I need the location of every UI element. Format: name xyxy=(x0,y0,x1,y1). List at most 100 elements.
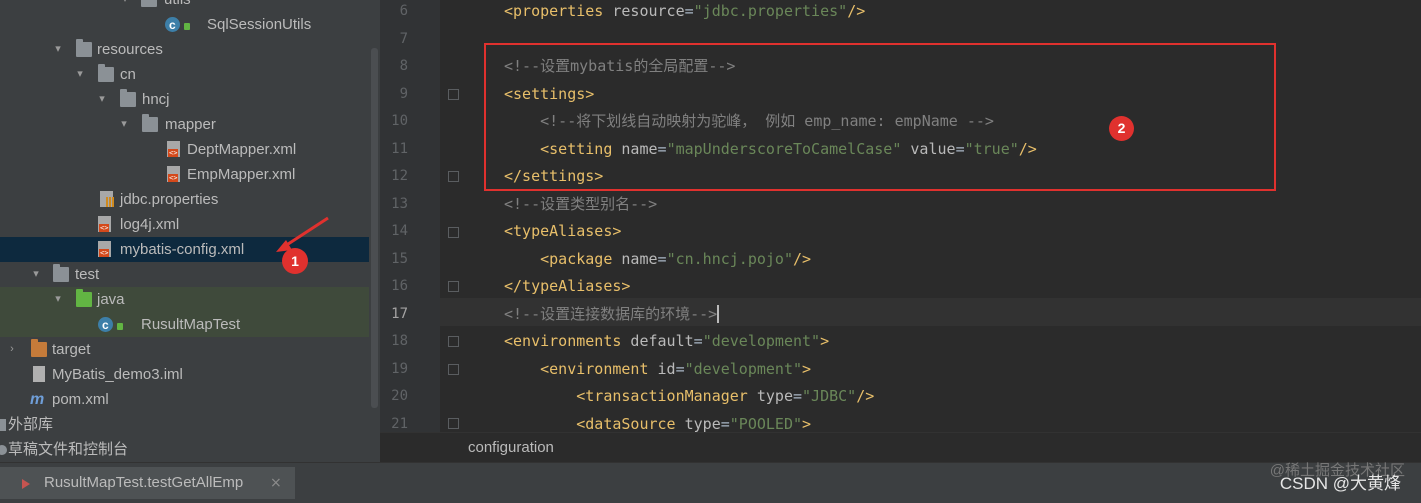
chevron-down-icon[interactable]: ▾ xyxy=(118,112,130,137)
fold-marker[interactable] xyxy=(448,171,459,182)
folder-icon xyxy=(141,0,157,7)
run-config-icon xyxy=(22,479,30,489)
callout-badge-2: 2 xyxy=(1109,116,1134,141)
tree-item-target[interactable]: › target xyxy=(0,337,369,362)
lock-icon xyxy=(184,23,190,30)
fold-marker[interactable] xyxy=(448,418,459,429)
line-number: 18 xyxy=(391,333,408,349)
properties-file-icon xyxy=(100,191,114,207)
code-token: "JDBC" xyxy=(802,387,857,405)
callout-badge-1: 1 xyxy=(282,248,308,274)
library-icon xyxy=(0,419,6,431)
chevron-down-icon[interactable]: ▾ xyxy=(52,287,64,312)
chevron-down-icon[interactable]: ▾ xyxy=(96,87,108,112)
code-token: <environment xyxy=(504,359,649,378)
code-token: = xyxy=(793,387,803,405)
line-number: 20 xyxy=(391,388,408,404)
code-token: "jdbc.properties" xyxy=(693,2,848,20)
line-number: 7 xyxy=(399,30,408,47)
line-number: 15 xyxy=(391,250,408,267)
code-token: <!--设置连接数据库的环境--> xyxy=(504,304,718,323)
fold-marker[interactable] xyxy=(448,336,459,347)
code-token: <!--设置类型别名--> xyxy=(504,194,658,213)
run-toolbar: RusultMapTest.testGetAllEmp × @稀土掘金技术社区 … xyxy=(0,462,1421,503)
code-line[interactable]: </typeAliases> xyxy=(504,273,630,301)
code-token: type xyxy=(747,387,793,405)
code-token: name xyxy=(612,249,658,268)
code-token: <environments xyxy=(504,332,622,350)
xml-file-icon xyxy=(167,141,180,157)
code-token: <package xyxy=(504,249,613,268)
code-line[interactable]: <environment id="development"> xyxy=(504,356,811,384)
code-line[interactable]: <!--设置连接数据库的环境--> xyxy=(504,301,720,329)
code-line[interactable]: <package name="cn.hncj.pojo"/> xyxy=(504,246,811,274)
code-token: /> xyxy=(847,2,866,20)
excluded-folder-icon xyxy=(31,339,47,357)
breadcrumb[interactable]: configuration xyxy=(380,432,1421,463)
line-number: 16 xyxy=(391,278,408,294)
code-token: /> xyxy=(856,387,875,405)
tree-item-hncj[interactable]: ▾ hncj xyxy=(0,87,369,112)
code-token: = xyxy=(693,332,703,350)
tree-item-java[interactable]: ▾ java xyxy=(0,287,369,312)
code-token: "cn.hncj.pojo" xyxy=(666,249,793,268)
chevron-down-icon[interactable]: ▾ xyxy=(30,262,42,287)
close-icon[interactable]: × xyxy=(270,467,282,499)
fold-marker[interactable] xyxy=(448,89,459,100)
code-line[interactable]: <transactionManager type="JDBC"/> xyxy=(504,383,874,411)
tree-item-test[interactable]: ▾ test xyxy=(0,262,369,287)
tree-item-cn[interactable]: ▾ cn xyxy=(0,62,369,87)
code-token: <typeAliases> xyxy=(504,222,622,240)
tree-item-utils[interactable]: ▾ utils xyxy=(0,0,369,12)
line-number: 10 xyxy=(391,113,408,129)
tree-item-scratches[interactable]: 草稿文件和控制台 xyxy=(0,437,369,462)
tree-item-rusultmaptest[interactable]: RusultMapTest xyxy=(0,312,369,338)
tree-item-external-libraries[interactable]: 外部库 xyxy=(0,412,369,437)
java-class-icon xyxy=(98,313,113,338)
code-token: = xyxy=(657,249,667,268)
folder-icon xyxy=(98,64,114,82)
fold-marker[interactable] xyxy=(448,227,459,238)
chevron-down-icon[interactable]: ▾ xyxy=(52,37,64,62)
tree-item-mapper[interactable]: ▾ mapper xyxy=(0,112,369,137)
tree-item-pom-xml[interactable]: m pom.xml xyxy=(0,387,369,412)
run-tab[interactable]: RusultMapTest.testGetAllEmp × xyxy=(0,467,295,499)
tree-item-empmapper-xml[interactable]: EmpMapper.xml xyxy=(0,162,369,187)
line-number: 11 xyxy=(391,140,408,157)
chevron-right-icon[interactable]: › xyxy=(6,337,18,362)
chevron-down-icon[interactable]: ▾ xyxy=(74,62,86,87)
code-token: <properties xyxy=(504,2,604,20)
code-token: <transactionManager xyxy=(504,387,748,405)
fold-marker[interactable] xyxy=(448,364,459,375)
code-token: resource xyxy=(603,2,685,20)
code-token: > xyxy=(802,414,812,433)
scratch-icon xyxy=(0,445,7,455)
code-line[interactable]: <!--设置类型别名--> xyxy=(504,191,657,219)
run-tab-label: RusultMapTest.testGetAllEmp xyxy=(44,474,244,491)
line-number: 6 xyxy=(399,3,408,19)
fold-marker[interactable] xyxy=(448,281,459,292)
line-number: 19 xyxy=(391,360,408,377)
line-number: 9 xyxy=(399,85,408,102)
folder-icon xyxy=(142,114,158,132)
code-token: </typeAliases> xyxy=(504,277,631,295)
tree-item-jdbc-properties[interactable]: jdbc.properties xyxy=(0,187,369,212)
code-token: type xyxy=(675,414,721,433)
code-line[interactable]: <environments default="development"> xyxy=(504,328,829,356)
tree-item-resources[interactable]: ▾ resources xyxy=(0,37,369,62)
tree-scrollbar[interactable] xyxy=(369,0,380,462)
tree-item-deptmapper-xml[interactable]: DeptMapper.xml xyxy=(0,137,369,162)
folder-icon xyxy=(53,264,69,282)
line-number: 17 xyxy=(391,305,408,322)
breadcrumb-item[interactable]: configuration xyxy=(468,433,554,463)
folder-icon xyxy=(120,89,136,107)
code-token: id xyxy=(648,359,676,378)
watermark: CSDN @大黄烽 xyxy=(1279,474,1401,493)
code-line[interactable]: <properties resource="jdbc.properties"/> xyxy=(504,0,865,26)
code-line[interactable]: <typeAliases> xyxy=(504,218,621,246)
tree-item-mybatis-demo3-iml[interactable]: MyBatis_demo3.iml xyxy=(0,362,369,387)
line-number: 14 xyxy=(391,223,408,239)
tree-item-sqlsessionutils[interactable]: SqlSessionUtils xyxy=(0,12,369,38)
code-token: "development" xyxy=(684,359,803,378)
code-token: default xyxy=(621,332,694,350)
